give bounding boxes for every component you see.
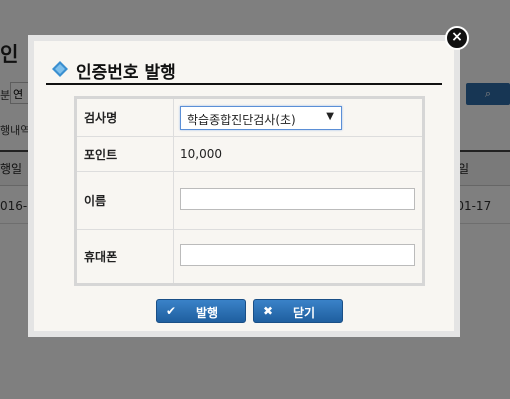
- close-icon[interactable]: ×: [445, 26, 469, 50]
- phone-input[interactable]: [180, 243, 415, 266]
- modal-title: 인증번호 발행: [76, 63, 176, 83]
- issue-button[interactable]: ✔ 발행: [156, 299, 246, 323]
- modal-body: 인증번호 발행 검사명 학습종합진단검사(초) ▼ 포인트 10,000 이름: [34, 41, 454, 331]
- issue-button-label: 발행: [195, 306, 219, 320]
- phone-label: 휴대폰: [75, 229, 174, 285]
- exam-label: 검사명: [75, 97, 174, 137]
- point-label: 포인트: [75, 136, 174, 172]
- chevron-down-icon: ▼: [326, 110, 334, 122]
- name-input[interactable]: [180, 187, 415, 210]
- issue-form: 검사명 학습종합진단검사(초) ▼ 포인트 10,000 이름 휴대폰: [74, 96, 425, 286]
- name-label: 이름: [75, 171, 174, 230]
- close-button-label: 닫기: [292, 306, 316, 320]
- modal-header: 인증번호 발행: [46, 51, 442, 85]
- exam-select-value: 학습종합진단검사(초): [187, 112, 296, 127]
- exam-select[interactable]: 학습종합진단검사(초) ▼: [180, 105, 342, 130]
- diamond-icon: [52, 61, 68, 77]
- issue-auth-modal: 인증번호 발행 검사명 학습종합진단검사(초) ▼ 포인트 10,000 이름: [28, 35, 460, 337]
- close-button[interactable]: ✖ 닫기: [253, 299, 343, 323]
- point-value: 10,000: [173, 136, 424, 172]
